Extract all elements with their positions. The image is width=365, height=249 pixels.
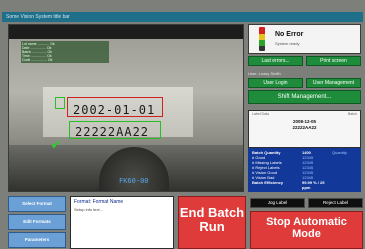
last-errors-button[interactable]: Last errors... [248, 56, 303, 66]
stack-light-icon [259, 27, 265, 51]
batch-statistics: Batch Quantity 1400 Quantity # Good 12345 # M… [248, 148, 361, 192]
control-panel: No Error System ready Last errors... Pri… [248, 24, 361, 192]
format-subtitle: Setup info text... [74, 207, 103, 212]
stat-unit: Quantity [332, 150, 347, 155]
reject-label-button[interactable]: Reject Label [308, 198, 363, 208]
stat-label: Batch Efficiency [252, 180, 284, 185]
batch-info-panel: Label Data Batch 2008-12-05 22222AA22 [248, 110, 361, 148]
printed-date: 2002-01-01 [73, 103, 156, 117]
camera-view: Lot name ............ Ok Date ..........… [8, 24, 244, 192]
camera-top-shadow [9, 25, 243, 39]
edit-formats-button[interactable]: Edit Formats [8, 214, 66, 230]
batch-code: 22222AA22 [292, 125, 317, 130]
status-title: No Error [275, 31, 304, 38]
inspection-overlay: Lot name ............ Ok Date ..........… [21, 41, 109, 63]
stop-automatic-mode-button[interactable]: Stop Automatic Mode [250, 211, 363, 249]
shift-management-button[interactable]: Shift Management... [248, 90, 361, 104]
format-title: Format: Format Name [74, 199, 124, 205]
select-format-button[interactable]: Select Format [8, 196, 66, 212]
format-panel: Format: Format Name Setup info text... [70, 196, 174, 249]
jog-label-button[interactable]: Jog Label [250, 198, 305, 208]
batch-info-header: Label Data Batch [249, 111, 360, 117]
camera-code-text: FK60-00 [119, 177, 149, 185]
user-management-button[interactable]: User Management [306, 78, 361, 88]
status-panel: No Error System ready [248, 24, 361, 54]
user-login-button[interactable]: User Login [248, 78, 303, 88]
side-button-group: Select Format Edit Formats Parameters [8, 196, 66, 249]
stats-rows: Batch Quantity 1400 Quantity # Good 12345 # M… [252, 150, 357, 190]
roi-small-box [55, 97, 65, 109]
batch-head-right: Batch [348, 112, 357, 116]
printed-batch: 22222AA22 [75, 125, 150, 139]
current-user-label: User: Lowry Smith [248, 71, 281, 76]
batch-date: 2008-12-05 [292, 119, 317, 124]
parameters-button[interactable]: Parameters [8, 232, 66, 248]
end-batch-run-button[interactable]: End Batch Run [178, 196, 246, 249]
batch-head-left: Label Data [252, 112, 269, 116]
status-subtitle: System ready [275, 41, 300, 46]
check-icon: ✔ [50, 137, 62, 152]
stat-row: Batch Efficiency 99.99 % / 25 ppm [252, 180, 357, 190]
window-title-bar: Some Vision System title bar [2, 12, 363, 22]
stat-value: 99.99 % / 25 ppm [302, 180, 325, 190]
print-screen-button[interactable]: Print screen [306, 56, 361, 66]
app-window: Some Vision System title bar Lot name ..… [0, 0, 365, 249]
overlay-row: Code ................ Ok [22, 58, 53, 62]
